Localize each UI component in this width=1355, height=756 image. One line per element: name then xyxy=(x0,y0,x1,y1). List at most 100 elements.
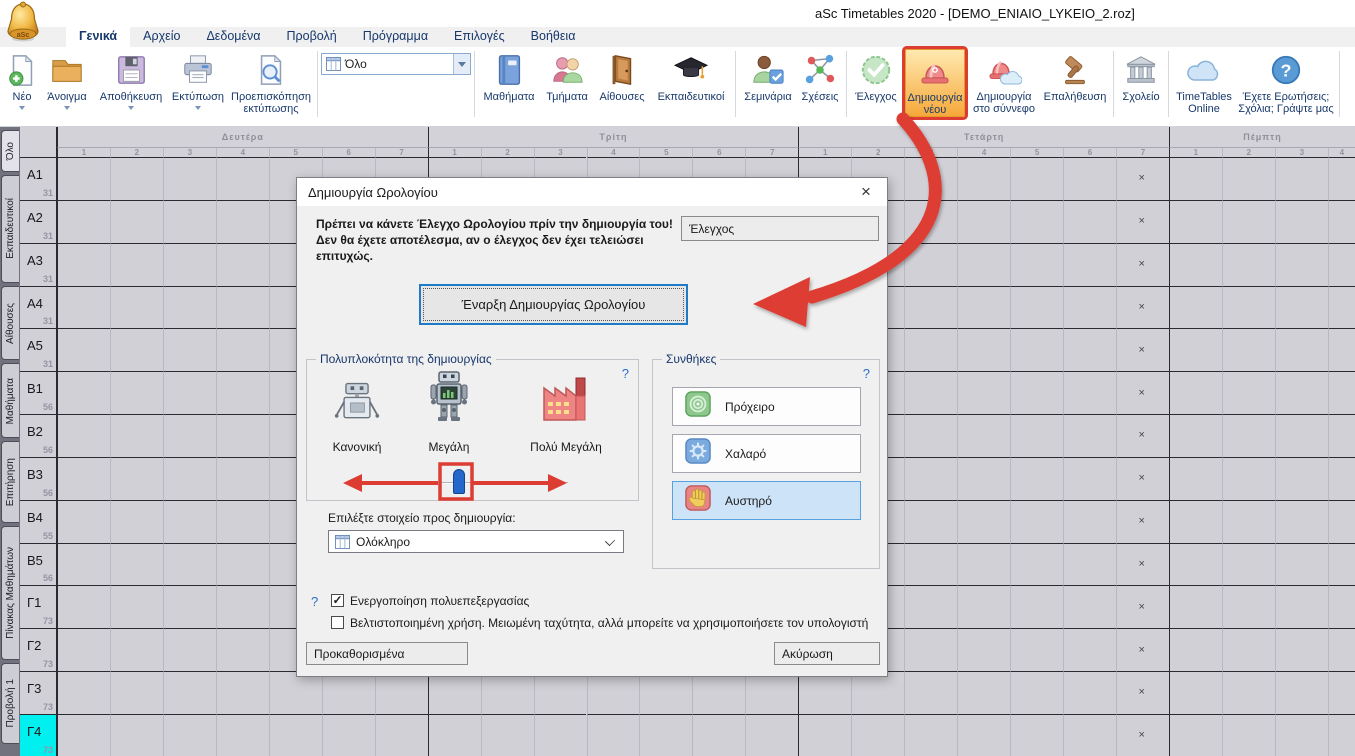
toolbar-button-seminars[interactable]: Σεμινάρια xyxy=(739,47,797,103)
timetable-cell[interactable] xyxy=(428,672,481,715)
timetable-cell[interactable] xyxy=(163,287,216,330)
menu-item-Προβολή[interactable]: Προβολή xyxy=(274,27,350,47)
timetable-cell[interactable] xyxy=(639,672,692,715)
timetable-cell[interactable] xyxy=(904,287,957,330)
timetable-cell[interactable] xyxy=(1222,501,1275,544)
timetable-cell[interactable] xyxy=(1010,201,1063,244)
row-header-A3[interactable]: A3 31 xyxy=(20,244,57,287)
timetable-cell[interactable] xyxy=(957,629,1010,672)
timetable-cell[interactable] xyxy=(1328,715,1355,756)
timetable-cell[interactable] xyxy=(1169,158,1222,201)
timetable-cell[interactable] xyxy=(1275,586,1328,629)
timetable-cell[interactable] xyxy=(57,715,110,756)
timetable-cell[interactable] xyxy=(57,415,110,458)
timetable-cell[interactable] xyxy=(1328,586,1355,629)
timetable-cell[interactable] xyxy=(1063,501,1116,544)
timetable-cell[interactable] xyxy=(587,715,640,756)
timetable-cell[interactable] xyxy=(110,629,163,672)
complexity-slider-thumb[interactable] xyxy=(453,469,465,494)
timetable-cell[interactable]: × xyxy=(1116,544,1169,587)
timetable-cell[interactable] xyxy=(1063,586,1116,629)
timetable-cell[interactable] xyxy=(1275,715,1328,756)
timetable-cell[interactable] xyxy=(163,201,216,244)
view-tab-Προβολή-1[interactable]: Προβολή 1 xyxy=(1,663,19,744)
timetable-cell[interactable] xyxy=(904,415,957,458)
timetable-cell[interactable] xyxy=(481,672,534,715)
timetable-cell[interactable] xyxy=(1222,715,1275,756)
timetable-cell[interactable] xyxy=(798,672,851,715)
toolbar-button-teachers[interactable]: Εκπαιδευτικοί xyxy=(650,47,732,103)
timetable-cell[interactable] xyxy=(1222,329,1275,372)
timetable-cell[interactable] xyxy=(1222,201,1275,244)
timetable-cell[interactable] xyxy=(428,715,481,756)
timetable-cell[interactable] xyxy=(1063,629,1116,672)
timetable-cell[interactable] xyxy=(957,329,1010,372)
timetable-cell[interactable] xyxy=(57,244,110,287)
timetable-cell[interactable]: × xyxy=(1116,458,1169,501)
row-header-B1[interactable]: B1 56 xyxy=(20,372,57,415)
timetable-cell[interactable]: × xyxy=(1116,287,1169,330)
timetable-cell[interactable] xyxy=(216,544,269,587)
toolbar-button-new[interactable]: Νέο xyxy=(4,47,40,110)
timetable-cell[interactable] xyxy=(957,372,1010,415)
timetable-cell[interactable] xyxy=(57,287,110,330)
timetable-cell[interactable] xyxy=(1010,244,1063,287)
timetable-cell[interactable] xyxy=(904,672,957,715)
timetable-cell[interactable] xyxy=(957,244,1010,287)
timetable-cell[interactable] xyxy=(1169,201,1222,244)
view-filter-combo[interactable]: Όλο xyxy=(321,53,471,75)
timetable-cell[interactable] xyxy=(110,715,163,756)
timetable-cell[interactable] xyxy=(1169,501,1222,544)
timetable-cell[interactable] xyxy=(1328,287,1355,330)
toolbar-button-relations[interactable]: Σχέσεις xyxy=(797,47,843,103)
timetable-cell[interactable] xyxy=(1328,544,1355,587)
timetable-cell[interactable] xyxy=(163,415,216,458)
dropdown-arrow-icon[interactable] xyxy=(128,106,134,110)
row-header-A1[interactable]: A1 31 xyxy=(20,158,57,201)
timetable-cell[interactable] xyxy=(1275,544,1328,587)
condition-button-Αυστηρό[interactable]: Αυστηρό xyxy=(672,481,861,520)
timetable-cell[interactable] xyxy=(957,586,1010,629)
timetable-cell[interactable] xyxy=(957,672,1010,715)
timetable-cell[interactable] xyxy=(1010,287,1063,330)
timetable-cell[interactable] xyxy=(216,586,269,629)
timetable-cell[interactable] xyxy=(216,372,269,415)
timetable-cell[interactable] xyxy=(534,672,587,715)
menu-item-Επιλογές[interactable]: Επιλογές xyxy=(441,27,518,47)
timetable-cell[interactable] xyxy=(1169,415,1222,458)
timetable-cell[interactable] xyxy=(57,586,110,629)
menu-item-Γενικά[interactable]: Γενικά xyxy=(66,27,130,47)
timetable-cell[interactable] xyxy=(1275,244,1328,287)
timetable-cell[interactable] xyxy=(1010,715,1063,756)
timetable-cell[interactable] xyxy=(904,544,957,587)
dropdown-arrow-icon[interactable] xyxy=(19,106,25,110)
timetable-cell[interactable] xyxy=(1222,415,1275,458)
menu-item-Βοήθεια[interactable]: Βοήθεια xyxy=(518,27,589,47)
toolbar-button-rooms[interactable]: Αίθουσες xyxy=(594,47,650,103)
timetable-cell[interactable] xyxy=(110,586,163,629)
toolbar-button-generate-new[interactable]: Δημιουργία νέου xyxy=(905,49,965,117)
row-header-Γ2[interactable]: Γ2 73 xyxy=(20,629,57,672)
timetable-cell[interactable] xyxy=(1010,629,1063,672)
row-header-B4[interactable]: B4 55 xyxy=(20,501,57,544)
timetable-cell[interactable] xyxy=(534,715,587,756)
toolbar-button-save[interactable]: Αποθήκευση xyxy=(94,47,168,110)
timetable-cell[interactable] xyxy=(1222,158,1275,201)
timetable-cell[interactable] xyxy=(904,329,957,372)
toolbar-button-print[interactable]: Εκτύπωση xyxy=(168,47,228,110)
view-tab-Μαθήματα[interactable]: Μαθήματα xyxy=(1,363,19,438)
timetable-cell[interactable] xyxy=(57,501,110,544)
timetable-cell[interactable] xyxy=(1275,158,1328,201)
timetable-cell[interactable]: × xyxy=(1116,629,1169,672)
row-header-B5[interactable]: B5 56 xyxy=(20,544,57,587)
timetable-cell[interactable] xyxy=(163,501,216,544)
timetable-cell[interactable] xyxy=(57,458,110,501)
timetable-cell[interactable] xyxy=(216,244,269,287)
multiprocessing-help-link[interactable]: ? xyxy=(311,594,318,609)
timetable-cell[interactable] xyxy=(110,544,163,587)
timetable-cell[interactable] xyxy=(1275,372,1328,415)
toolbar-button-subjects[interactable]: Μαθήματα xyxy=(478,47,540,103)
timetable-cell[interactable] xyxy=(216,287,269,330)
timetable-cell[interactable] xyxy=(1275,201,1328,244)
timetable-cell[interactable] xyxy=(745,672,798,715)
